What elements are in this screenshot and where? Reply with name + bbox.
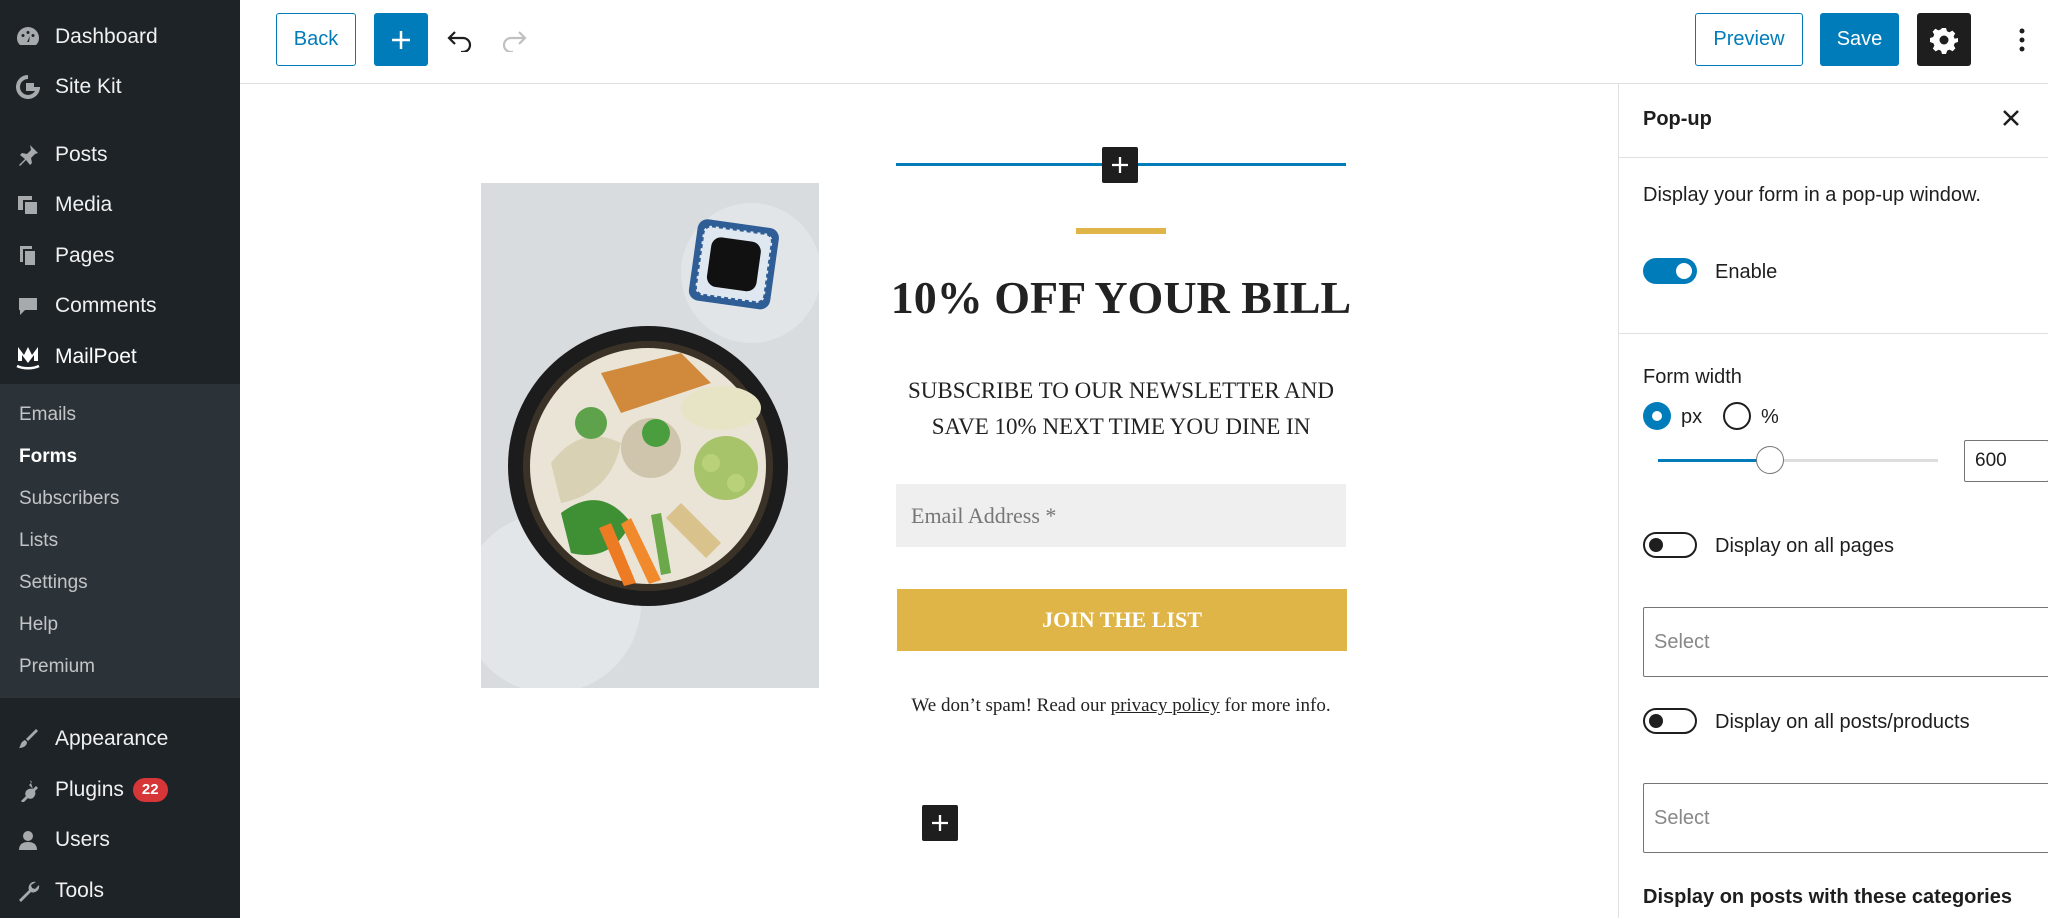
sidebar-item-posts[interactable]: Posts <box>0 130 240 180</box>
form-headline: 10% OFF YOUR BILL <box>890 272 1352 323</box>
unit-percent-radio[interactable] <box>1723 402 1751 430</box>
form-width-label: Form width <box>1643 366 1742 388</box>
close-icon <box>2003 110 2019 126</box>
append-block-button[interactable] <box>922 805 958 841</box>
pages-icon <box>14 242 42 270</box>
sidebar-item-label: Appearance <box>55 727 169 750</box>
admin-sidebar: Dashboard Site Kit Posts Media Pages Com… <box>0 0 240 918</box>
width-input[interactable]: 600 <box>1964 440 2048 482</box>
form-subtext: SUBSCRIBE TO OUR NEWSLETTER AND SAVE 10%… <box>908 378 1334 439</box>
undo-button[interactable] <box>440 20 480 60</box>
submenu-item-lists[interactable]: Lists <box>19 530 58 552</box>
settings-button[interactable] <box>1917 13 1971 66</box>
more-vertical-icon <box>2019 28 2025 52</box>
sidebar-item-pages[interactable]: Pages <box>0 231 240 281</box>
categories-heading: Display on posts with these categories <box>1643 886 2012 908</box>
sidebar-item-label: Users <box>55 828 110 851</box>
pin-icon <box>14 141 42 169</box>
more-options-button[interactable] <box>2008 20 2036 60</box>
sidebar-item-label: Pages <box>55 244 115 267</box>
plus-icon <box>1112 157 1128 173</box>
user-icon <box>14 826 42 854</box>
sidebar-item-label: Posts <box>55 143 108 166</box>
back-button[interactable]: Back <box>276 13 356 66</box>
sidebar-item-label: Dashboard <box>55 25 158 48</box>
close-panel-button[interactable] <box>1997 104 2025 132</box>
display-all-posts-toggle[interactable] <box>1643 708 1697 734</box>
unit-px-label: px <box>1681 406 1703 428</box>
privacy-note: We don’t spam! Read our privacy policy f… <box>881 695 1361 717</box>
comment-icon <box>14 292 42 320</box>
unit-px-radio[interactable] <box>1643 402 1671 430</box>
panel-description: Display your form in a pop-up window. <box>1643 184 1981 206</box>
display-all-pages-label: Display on all pages <box>1715 535 1894 557</box>
editor-toolbar: Back Preview Save <box>240 0 2048 84</box>
sidebar-item-label: Tools <box>55 879 105 902</box>
sidebar-item-tools[interactable]: Tools <box>0 866 240 916</box>
plugin-icon <box>14 776 42 804</box>
enable-label: Enable <box>1715 261 1778 283</box>
redo-button[interactable] <box>494 20 534 60</box>
plus-icon <box>932 815 948 831</box>
join-list-button[interactable]: JOIN THE LIST <box>897 589 1347 651</box>
width-slider[interactable] <box>1658 446 1938 474</box>
sidebar-item-plugins[interactable]: Plugins 22 <box>0 765 240 815</box>
pages-select[interactable]: Select <box>1643 607 2048 677</box>
sidebar-item-label: Media <box>55 193 113 216</box>
preview-button[interactable]: Preview <box>1695 13 1803 66</box>
redo-icon <box>502 31 527 52</box>
update-count-badge: 22 <box>132 778 168 802</box>
divider <box>1619 333 2048 334</box>
google-g-icon <box>14 73 42 101</box>
email-field[interactable]: Email Address * <box>896 484 1346 547</box>
display-all-posts-label: Display on all posts/products <box>1715 711 1970 733</box>
enable-toggle[interactable] <box>1643 258 1697 284</box>
submenu-item-premium[interactable]: Premium <box>19 656 95 678</box>
submenu-item-settings[interactable]: Settings <box>19 572 88 594</box>
sidebar-item-appearance[interactable]: Appearance <box>0 714 240 764</box>
plugins-label: Plugins <box>55 778 124 801</box>
sidebar-item-dashboard[interactable]: Dashboard <box>0 12 240 62</box>
privacy-policy-link[interactable]: privacy policy <box>1111 695 1220 716</box>
sidebar-item-users[interactable]: Users <box>0 815 240 865</box>
add-block-button[interactable] <box>374 13 428 66</box>
mailpoet-submenu: Emails Forms Subscribers Lists Settings … <box>0 384 240 698</box>
dashboard-icon <box>14 23 42 51</box>
sidebar-item-mailpoet[interactable]: MailPoet <box>0 332 240 382</box>
slider-handle[interactable] <box>1756 446 1784 474</box>
sidebar-item-site-kit[interactable]: Site Kit <box>0 62 240 112</box>
submenu-item-forms[interactable]: Forms <box>19 446 77 468</box>
submenu-item-help[interactable]: Help <box>19 614 58 636</box>
save-button[interactable]: Save <box>1820 13 1899 66</box>
gold-divider <box>1076 228 1166 234</box>
food-bowl-image[interactable] <box>481 183 819 688</box>
sidebar-item-media[interactable]: Media <box>0 180 240 230</box>
sidebar-item-label: Comments <box>55 294 157 317</box>
gear-icon <box>1930 27 1958 54</box>
submenu-item-subscribers[interactable]: Subscribers <box>19 488 119 510</box>
wrench-icon <box>14 877 42 905</box>
insert-block-button[interactable] <box>1102 147 1138 183</box>
display-all-pages-toggle[interactable] <box>1643 532 1697 558</box>
unit-percent-label: % <box>1761 406 1779 428</box>
sidebar-item-label: MailPoet <box>55 345 137 368</box>
mailpoet-icon <box>14 343 42 371</box>
editor-canvas: 10% OFF YOUR BILL SUBSCRIBE TO OUR NEWSL… <box>240 85 1618 918</box>
brush-icon <box>14 725 42 753</box>
sidebar-item-label: Site Kit <box>55 75 122 98</box>
sidebar-item-label: Plugins 22 <box>55 778 168 802</box>
posts-select[interactable]: Select <box>1643 783 2048 853</box>
privacy-note-prefix: We don’t spam! Read our <box>911 695 1111 716</box>
undo-icon <box>447 31 472 52</box>
plus-icon <box>392 30 410 49</box>
divider <box>1619 157 2048 158</box>
panel-title: Pop-up <box>1643 108 1712 130</box>
sidebar-item-comments[interactable]: Comments <box>0 281 240 331</box>
media-icon <box>14 191 42 219</box>
popup-settings-panel: Pop-up Display your form in a pop-up win… <box>1618 84 2048 918</box>
slider-fill <box>1658 459 1770 462</box>
submenu-item-emails[interactable]: Emails <box>19 404 76 426</box>
privacy-note-suffix: for more info. <box>1219 695 1331 716</box>
